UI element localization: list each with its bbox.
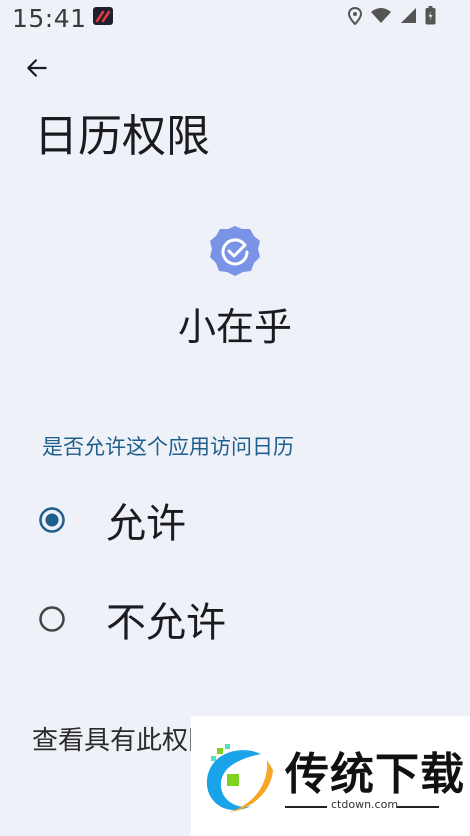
app-icon: [209, 225, 261, 277]
radio-unselected-icon[interactable]: [38, 605, 66, 633]
watermark: 传统下载 ctdown.com: [191, 716, 470, 836]
radio-selected-icon[interactable]: [38, 506, 66, 534]
watermark-url: ctdown.com: [331, 798, 399, 811]
status-time: 15:41: [12, 4, 87, 33]
wifi-icon: [370, 7, 392, 28]
option-deny-label: 不允许: [106, 600, 226, 646]
location-icon: [347, 6, 363, 29]
option-deny[interactable]: 不允许: [0, 579, 470, 659]
watermark-logo-icon: [206, 744, 273, 812]
option-allow-label: 允许: [106, 501, 186, 547]
signal-icon: [400, 7, 417, 28]
option-allow[interactable]: 允许: [0, 480, 470, 560]
check-badge-icon: [210, 226, 260, 276]
app-name: 小在乎: [177, 305, 292, 349]
watermark-brand: 传统下载: [285, 749, 465, 800]
back-button[interactable]: [22, 53, 52, 83]
status-icons: [347, 6, 436, 29]
status-bar: 15:41: [0, 0, 470, 36]
page-title: 日历权限: [34, 111, 210, 162]
battery-icon: [425, 6, 436, 29]
notification-app-icon: [93, 7, 113, 25]
watermark-divider: [285, 806, 327, 808]
permission-question: 是否允许这个应用访问日历: [42, 435, 294, 459]
watermark-divider: [397, 806, 439, 808]
arrow-left-icon: [27, 59, 47, 77]
